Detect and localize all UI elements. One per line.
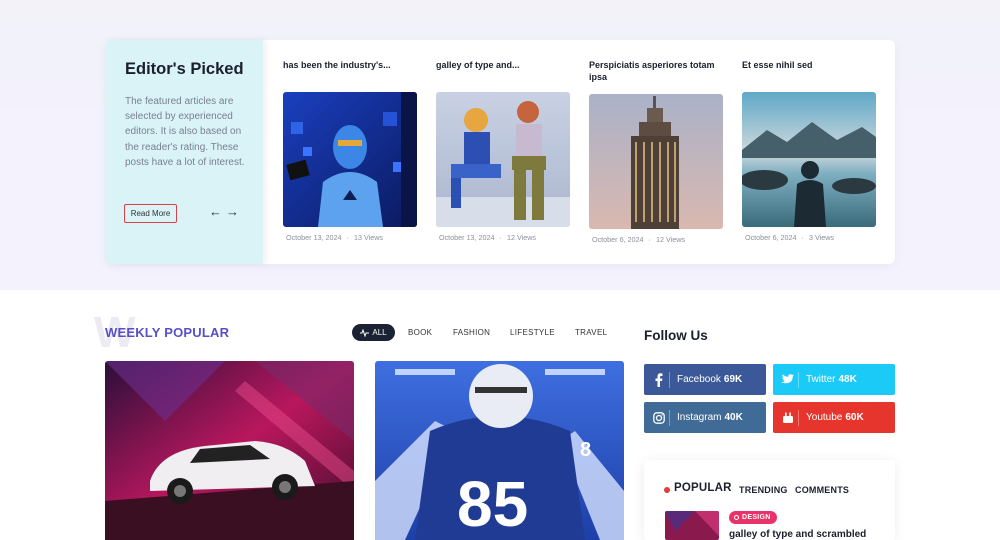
twitter-button[interactable]: Twitter 48K — [773, 364, 895, 395]
popular-widget: POPULAR TRENDING COMMENTS DESIGN galley … — [644, 460, 895, 540]
youtube-button[interactable]: Youtube 60K — [773, 402, 895, 433]
facebook-count: 69K — [723, 374, 743, 385]
post-views: 12 Views — [506, 233, 536, 242]
filter-travel[interactable]: TRAVEL — [575, 328, 607, 337]
editors-title: Editor's Picked — [125, 60, 244, 78]
tab-trending[interactable]: TRENDING — [739, 485, 788, 495]
post-title[interactable]: Perspiciatis asperiores totam ipsa — [589, 59, 723, 83]
youtube-icon — [777, 409, 799, 426]
badge-label: DESIGN — [742, 514, 771, 521]
post-title[interactable]: has been the industry's... — [283, 59, 417, 71]
next-arrow-icon[interactable]: → — [226, 204, 239, 220]
follow-us-title: Follow Us — [644, 328, 708, 343]
post-date: October 13, 2024 — [286, 233, 342, 242]
meta-separator: · — [801, 233, 804, 242]
popular-item-title[interactable]: galley of type and scrambled — [729, 529, 866, 540]
post-image[interactable] — [283, 92, 417, 227]
facebook-icon — [648, 371, 670, 388]
twitter-count: 48K — [838, 374, 857, 385]
meta-separator: · — [499, 233, 502, 242]
meta-separator: · — [346, 233, 349, 242]
tab-comments[interactable]: COMMENTS — [795, 485, 849, 495]
post-meta: October 13, 2024 · 13 Views — [286, 233, 383, 242]
tab-popular[interactable]: POPULAR — [674, 482, 732, 494]
facebook-button[interactable]: Facebook 69K — [644, 364, 766, 395]
post-image[interactable] — [742, 92, 876, 227]
filter-book[interactable]: BOOK — [408, 328, 432, 337]
post-views: 3 Views — [808, 233, 834, 242]
filter-fashion[interactable]: FASHION — [453, 328, 490, 337]
svg-text:85: 85 — [457, 468, 528, 540]
facebook-label: Facebook — [677, 374, 721, 385]
instagram-count: 40K — [724, 412, 743, 423]
svg-text:8: 8 — [580, 439, 591, 461]
popular-dot-icon — [664, 487, 670, 493]
post-meta: October 13, 2024 · 12 Views — [439, 233, 536, 242]
post-views: 12 Views — [655, 235, 685, 244]
filter-lifestyle[interactable]: LIFESTYLE — [510, 328, 555, 337]
post-image[interactable] — [436, 92, 570, 227]
weekly-popular-title: WEEKLY POPULAR — [105, 325, 230, 340]
post-date: October 13, 2024 — [439, 233, 495, 242]
category-badge[interactable]: DESIGN — [729, 511, 777, 524]
badge-ring-icon — [734, 515, 739, 520]
post-title[interactable]: galley of type and... — [436, 59, 570, 71]
youtube-count: 60K — [845, 412, 864, 423]
filter-all-button[interactable]: ALL — [352, 324, 395, 341]
popular-item-thumbnail[interactable] — [665, 511, 719, 540]
youtube-label: Youtube — [806, 412, 843, 423]
post-meta: October 6, 2024 · 3 Views — [745, 233, 834, 242]
post-title[interactable]: Et esse nihil sed — [742, 59, 876, 71]
weekly-post-image[interactable] — [105, 361, 354, 540]
editors-description: The featured articles are selected by ex… — [125, 96, 245, 168]
twitter-icon — [777, 371, 799, 388]
filter-all-label: ALL — [372, 328, 387, 337]
instagram-button[interactable]: Instagram 40K — [644, 402, 766, 433]
editors-picked-container: Editor's Picked The featured articles ar… — [105, 40, 895, 264]
instagram-icon — [648, 409, 670, 426]
weekly-post-image[interactable]: 85 8 — [375, 361, 624, 540]
post-date: October 6, 2024 — [745, 233, 797, 242]
post-image[interactable] — [589, 94, 723, 229]
editors-intro-card: Editor's Picked The featured articles ar… — [105, 40, 263, 264]
post-meta: October 6, 2024 · 12 Views — [592, 235, 685, 244]
activity-icon — [360, 328, 370, 337]
post-views: 13 Views — [353, 233, 383, 242]
twitter-label: Twitter — [806, 374, 836, 385]
post-date: October 6, 2024 — [592, 235, 644, 244]
read-more-button[interactable]: Read More — [124, 204, 177, 223]
instagram-label: Instagram — [677, 412, 722, 423]
meta-separator: · — [648, 235, 651, 244]
prev-arrow-icon[interactable]: ← — [209, 204, 222, 220]
